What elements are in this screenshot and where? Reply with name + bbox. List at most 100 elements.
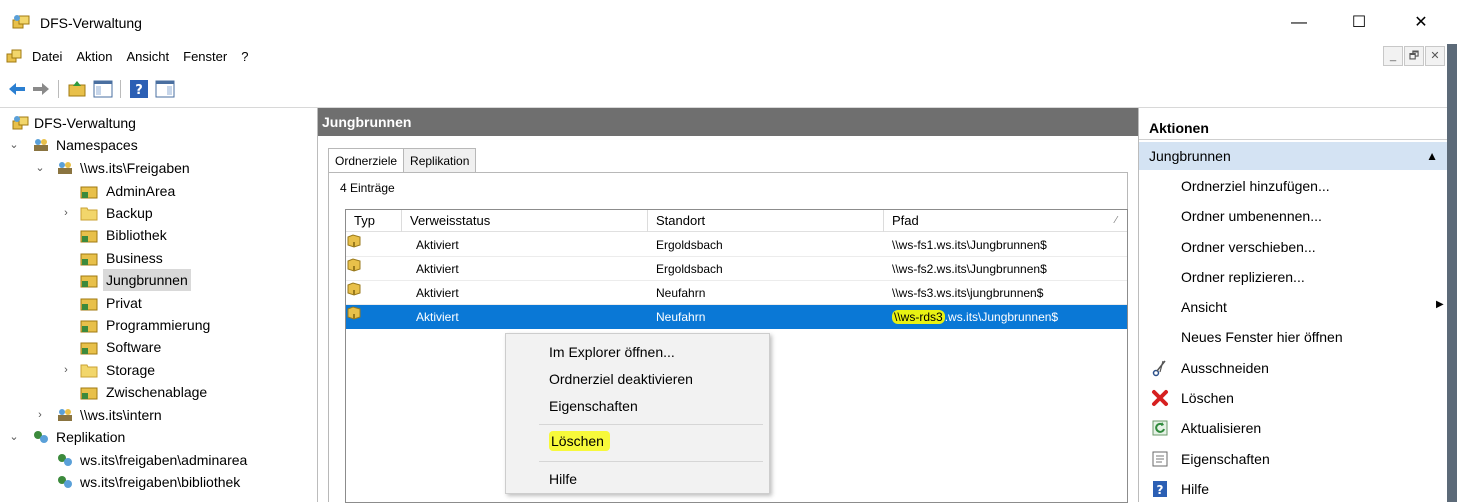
show-hide-tree-icon[interactable] xyxy=(92,78,114,100)
action-loeschen[interactable]: Löschen xyxy=(1181,390,1234,406)
dfs-link-folder-icon xyxy=(80,230,98,243)
action-eigenschaften[interactable]: Eigenschaften xyxy=(1181,451,1270,467)
table-row[interactable]: Aktiviert Ergoldsbach \\ws-fs2.ws.its\Ju… xyxy=(346,257,1127,281)
tree-node-intern[interactable]: › \\ws.its\intern xyxy=(0,404,300,426)
collapse-caret-icon[interactable]: ▲ xyxy=(1426,142,1438,170)
replication-group-icon xyxy=(58,454,72,466)
menu-fenster[interactable]: Fenster xyxy=(183,49,227,64)
mdi-minimize-button[interactable]: _ xyxy=(1383,46,1403,66)
tree-label: Storage xyxy=(106,362,156,378)
folder-icon xyxy=(80,364,98,378)
menu-separator xyxy=(539,424,763,425)
tab-replikation[interactable]: Replikation xyxy=(403,148,477,172)
folder-icon xyxy=(80,207,98,221)
tree-node-jungbrunnen[interactable]: Jungbrunnen xyxy=(0,269,300,291)
action-hilfe[interactable]: Hilfe xyxy=(1181,481,1209,497)
tree-node-freigaben[interactable]: ⌄ \\ws.its\Freigaben xyxy=(0,157,300,179)
menu-help[interactable]: ? xyxy=(241,49,248,64)
tree-node-folder[interactable]: Software xyxy=(0,336,300,358)
cell-status: Aktiviert xyxy=(416,262,459,276)
menu-ansicht[interactable]: Ansicht xyxy=(127,49,170,64)
dfs-app-icon xyxy=(12,15,30,29)
tree-label: AdminArea xyxy=(106,183,176,199)
tab-ordnerziele[interactable]: Ordnerziele xyxy=(328,148,405,174)
tree-label-selected: Jungbrunnen xyxy=(103,269,191,291)
action-neues-fenster[interactable]: Neues Fenster hier öffnen xyxy=(1181,329,1343,345)
menu-item-ordnerziel-deaktivieren[interactable]: Ordnerziel deaktivieren xyxy=(549,371,693,387)
properties-icon xyxy=(1152,451,1168,467)
mdi-app-icon[interactable] xyxy=(6,48,22,64)
cell-status: Aktiviert xyxy=(416,310,459,324)
tree-node-folder[interactable]: Bibliothek xyxy=(0,224,300,246)
mdi-restore-button[interactable]: 🗗 xyxy=(1404,46,1424,66)
folder-target-icon xyxy=(347,306,361,320)
tree-node-folder[interactable]: › Backup xyxy=(0,202,300,224)
toolbar: ? xyxy=(0,70,1457,108)
action-ansicht[interactable]: Ansicht ▶ xyxy=(1181,299,1444,315)
action-ordner-umbenennen[interactable]: Ordner umbenennen... xyxy=(1181,208,1322,224)
column-header-pfad[interactable]: Pfad ⁄ xyxy=(884,210,1127,232)
forward-arrow-icon[interactable] xyxy=(30,78,52,100)
tree-label: Privat xyxy=(106,295,142,311)
tree-node-namespaces[interactable]: ⌄ Namespaces xyxy=(0,134,300,156)
dfs-link-folder-icon xyxy=(80,298,98,311)
help-icon[interactable]: ? xyxy=(128,78,150,100)
tree-node-folder[interactable]: Programmierung xyxy=(0,314,300,336)
back-arrow-icon[interactable] xyxy=(6,78,28,100)
tree-node-folder[interactable]: Zwischenablage xyxy=(0,381,300,403)
action-ordner-replizieren[interactable]: Ordner replizieren... xyxy=(1181,269,1305,285)
cell-path: \\ws-fs1.ws.its\Jungbrunnen$ xyxy=(892,238,1047,252)
table-row[interactable]: Aktiviert Neufahrn \\ws-fs3.ws.its\jungb… xyxy=(346,281,1127,305)
refresh-icon xyxy=(1152,420,1168,436)
chevron-right-icon[interactable]: › xyxy=(34,404,46,426)
menu-datei[interactable]: Datei xyxy=(32,49,62,64)
tree-node-folder[interactable]: Privat xyxy=(0,292,300,314)
dfs-link-folder-icon xyxy=(80,186,98,199)
tab-strip: Ordnerziele Replikation xyxy=(328,148,477,174)
chevron-right-icon[interactable]: › xyxy=(60,202,72,224)
tree-node-replication-group[interactable]: ws.its\freigaben\adminarea xyxy=(0,449,300,471)
tree-node-replikation[interactable]: ⌄ Replikation xyxy=(0,426,300,448)
menu-aktion[interactable]: Aktion xyxy=(76,49,112,64)
tree-label: Backup xyxy=(106,205,153,221)
menu-item-hilfe[interactable]: Hilfe xyxy=(549,471,577,487)
column-header-label: Pfad xyxy=(892,213,919,228)
tree-node-root[interactable]: DFS-Verwaltung xyxy=(0,112,300,134)
replication-group-icon xyxy=(58,476,72,488)
column-header-verweisstatus[interactable]: Verweisstatus xyxy=(402,210,648,232)
column-header-typ[interactable]: Typ xyxy=(346,210,402,232)
action-ordnerziel-hinzufuegen[interactable]: Ordnerziel hinzufügen... xyxy=(1181,178,1330,194)
context-menu: Im Explorer öffnen... Ordnerziel deaktiv… xyxy=(505,333,770,494)
tree-node-folder[interactable]: AdminArea xyxy=(0,180,300,202)
actions-section-jungbrunnen[interactable]: Jungbrunnen ▲ xyxy=(1139,142,1448,170)
tree-label: ws.its\freigaben\adminarea xyxy=(80,452,248,468)
table-row[interactable]: Aktiviert Ergoldsbach \\ws-fs1.ws.its\Ju… xyxy=(346,233,1127,257)
cell-site: Ergoldsbach xyxy=(656,262,723,276)
chevron-down-icon[interactable]: ⌄ xyxy=(8,426,20,448)
tree-node-folder[interactable]: › Storage xyxy=(0,359,300,381)
dfs-root-icon xyxy=(12,116,29,130)
column-header-standort[interactable]: Standort xyxy=(648,210,884,232)
action-ausschneiden[interactable]: Ausschneiden xyxy=(1181,360,1269,376)
folder-target-icon xyxy=(347,258,361,272)
cell-site: Ergoldsbach xyxy=(656,238,723,252)
up-folder-icon[interactable] xyxy=(66,78,88,100)
menu-item-im-explorer-oeffnen[interactable]: Im Explorer öffnen... xyxy=(549,344,675,360)
show-hide-action-pane-icon[interactable] xyxy=(154,78,176,100)
close-button[interactable]: ✕ xyxy=(1398,8,1444,38)
action-ordner-verschieben[interactable]: Ordner verschieben... xyxy=(1181,239,1316,255)
mdi-close-button[interactable]: ✕ xyxy=(1425,46,1445,66)
chevron-right-icon[interactable]: › xyxy=(60,359,72,381)
chevron-down-icon[interactable]: ⌄ xyxy=(8,134,20,156)
action-aktualisieren[interactable]: Aktualisieren xyxy=(1181,420,1261,436)
tree-node-replication-group[interactable]: ws.its\freigaben\bibliothek xyxy=(0,471,300,493)
menu-item-loeschen[interactable]: Löschen xyxy=(549,431,610,451)
svg-text:?: ? xyxy=(135,83,143,98)
maximize-button[interactable]: ☐ xyxy=(1336,8,1382,38)
dfs-link-folder-icon xyxy=(80,253,98,266)
table-row-selected[interactable]: Aktiviert Neufahrn \\ws-rds3 .ws.its\Jung… xyxy=(346,305,1127,329)
menu-item-eigenschaften[interactable]: Eigenschaften xyxy=(549,398,638,414)
tree-node-folder[interactable]: Business xyxy=(0,247,300,269)
chevron-down-icon[interactable]: ⌄ xyxy=(34,157,46,179)
minimize-button[interactable]: — xyxy=(1276,8,1322,38)
